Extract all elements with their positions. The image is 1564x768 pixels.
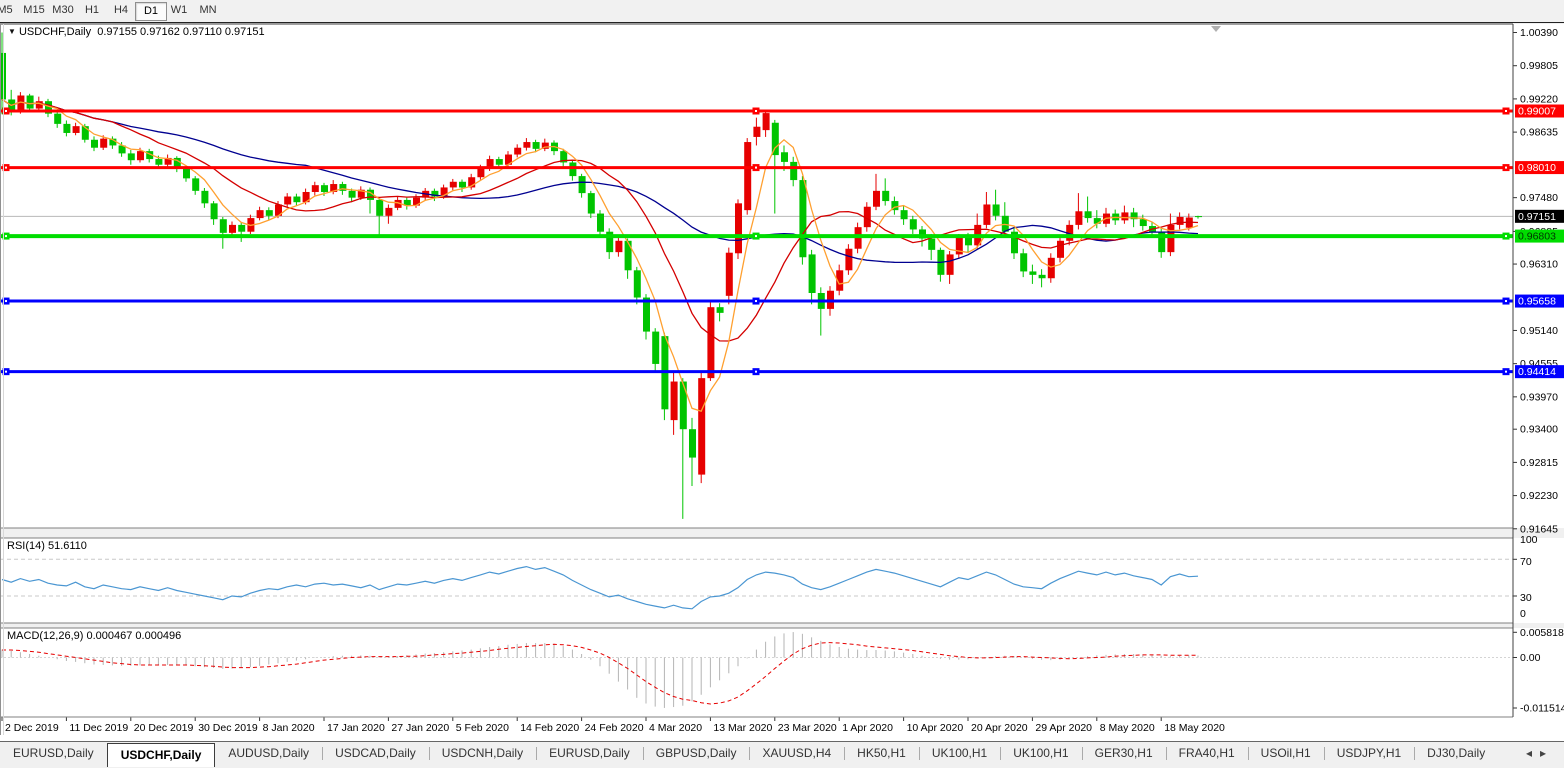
symbol-tab-usdcnh-daily[interactable]: USDCNH,Daily <box>429 742 536 764</box>
timeframe-button-d1[interactable]: D1 <box>135 2 167 21</box>
chart-title: ▼ USDCHF,Daily 0.97155 0.97162 0.97110 0… <box>8 26 265 38</box>
svg-text:0.92815: 0.92815 <box>1520 457 1558 469</box>
svg-text:20 Dec 2019: 20 Dec 2019 <box>134 722 194 734</box>
svg-text:23 Mar 2020: 23 Mar 2020 <box>778 722 837 734</box>
svg-text:27 Jan 2020: 27 Jan 2020 <box>391 722 449 734</box>
rsi-indicator-label: RSI(14) 51.6110 <box>7 540 87 552</box>
svg-text:17 Jan 2020: 17 Jan 2020 <box>327 722 385 734</box>
svg-text:0.95658: 0.95658 <box>1518 296 1556 308</box>
svg-text:0.005818: 0.005818 <box>1520 627 1564 639</box>
macd-indicator-label: MACD(12,26,9) 0.000467 0.000496 <box>7 630 181 642</box>
svg-text:0.97151: 0.97151 <box>1518 211 1556 223</box>
symbol-tab-usoil-h1[interactable]: USOil,H1 <box>1248 742 1324 764</box>
svg-text:30 Dec 2019: 30 Dec 2019 <box>198 722 258 734</box>
svg-text:0.92230: 0.92230 <box>1520 490 1558 502</box>
chart-ohlc-values: 0.97155 0.97162 0.97110 0.97151 <box>97 26 264 38</box>
timeframe-button-mn[interactable]: MN <box>193 2 223 19</box>
chevron-down-icon[interactable]: ▼ <box>8 27 16 36</box>
svg-text:8 May 2020: 8 May 2020 <box>1100 722 1155 734</box>
symbol-tab-audusd-daily[interactable]: AUDUSD,Daily <box>215 742 322 764</box>
chart-canvas[interactable]: 1.00390 0.99805 0.99220 0.98635 0.97480 0.968… <box>0 22 1564 741</box>
tab-scroll-left-icon: ◂ <box>1526 746 1540 760</box>
svg-text:4 Mar 2020: 4 Mar 2020 <box>649 722 702 734</box>
svg-text:10 Apr 2020: 10 Apr 2020 <box>907 722 964 734</box>
symbol-tab-bar: EURUSD,DailyUSDCHF,DailyAUDUSD,DailyUSDC… <box>0 741 1564 768</box>
svg-text:0.99805: 0.99805 <box>1520 60 1558 72</box>
svg-text:0.96310: 0.96310 <box>1520 259 1558 271</box>
svg-text:11 Dec 2019: 11 Dec 2019 <box>69 722 128 734</box>
tab-scroll-arrows[interactable]: ◂▸ <box>1526 742 1564 760</box>
timeframe-button-h4[interactable]: H4 <box>106 2 136 19</box>
svg-text:0.93970: 0.93970 <box>1520 391 1558 403</box>
symbol-tab-eurusd-daily[interactable]: EURUSD,Daily <box>0 742 107 764</box>
symbol-tab-uk100-h1[interactable]: UK100,H1 <box>1000 742 1081 764</box>
svg-text:70: 70 <box>1520 556 1532 568</box>
svg-text:0: 0 <box>1520 608 1526 620</box>
svg-text:24 Feb 2020: 24 Feb 2020 <box>585 722 644 734</box>
timeframe-button-m30[interactable]: M30 <box>48 2 78 19</box>
svg-text:14 Feb 2020: 14 Feb 2020 <box>520 722 579 734</box>
svg-text:2 Dec 2019: 2 Dec 2019 <box>5 722 59 734</box>
svg-text:1.00390: 1.00390 <box>1520 27 1558 39</box>
svg-text:29 Apr 2020: 29 Apr 2020 <box>1035 722 1092 734</box>
symbol-tab-ger30-h1[interactable]: GER30,H1 <box>1082 742 1166 764</box>
symbol-tabs: EURUSD,DailyUSDCHF,DailyAUDUSD,DailyUSDC… <box>0 742 1498 767</box>
svg-text:18 May 2020: 18 May 2020 <box>1164 722 1225 734</box>
trading-terminal: M5M15M30H1H4D1W1MN 1.00390 0.99805 0.99220… <box>0 0 1564 768</box>
svg-text:0.97480: 0.97480 <box>1520 192 1558 204</box>
symbol-tab-xauusd-h4[interactable]: XAUUSD,H4 <box>749 742 844 764</box>
symbol-tab-usdcad-daily[interactable]: USDCAD,Daily <box>322 742 429 764</box>
svg-text:0.00: 0.00 <box>1520 652 1541 664</box>
symbol-tab-fra40-h1[interactable]: FRA40,H1 <box>1166 742 1248 764</box>
svg-text:0.99007: 0.99007 <box>1518 106 1556 118</box>
timeframe-toolbar: M5M15M30H1H4D1W1MN <box>0 0 1564 23</box>
symbol-tab-hk50-h1[interactable]: HK50,H1 <box>844 742 919 764</box>
svg-text:0.94414: 0.94414 <box>1518 366 1556 378</box>
svg-text:100: 100 <box>1520 534 1538 546</box>
svg-text:-0.011514: -0.011514 <box>1520 703 1564 715</box>
svg-text:0.98635: 0.98635 <box>1520 127 1558 139</box>
svg-text:8 Jan 2020: 8 Jan 2020 <box>263 722 315 734</box>
timeframe-button-h1[interactable]: H1 <box>77 2 107 19</box>
svg-text:5 Feb 2020: 5 Feb 2020 <box>456 722 509 734</box>
symbol-tab-gbpusd-daily[interactable]: GBPUSD,Daily <box>643 742 750 764</box>
symbol-tab-dj30-daily[interactable]: DJ30,Daily <box>1414 742 1498 764</box>
timeframe-button-m5[interactable]: M5 <box>0 2 20 19</box>
svg-text:0.99220: 0.99220 <box>1520 93 1558 105</box>
chart-symbol: USDCHF,Daily <box>19 26 91 38</box>
svg-text:13 Mar 2020: 13 Mar 2020 <box>713 722 772 734</box>
symbol-tab-usdchf-daily[interactable]: USDCHF,Daily <box>107 743 216 767</box>
svg-text:0.96803: 0.96803 <box>1518 231 1556 243</box>
symbol-tab-uk100-h1[interactable]: UK100,H1 <box>919 742 1000 764</box>
timeframe-button-w1[interactable]: W1 <box>164 2 194 19</box>
timeframe-button-m15[interactable]: M15 <box>19 2 49 19</box>
svg-text:0.98010: 0.98010 <box>1518 162 1556 174</box>
tab-scroll-right-icon: ▸ <box>1540 746 1554 760</box>
symbol-tab-eurusd-daily[interactable]: EURUSD,Daily <box>536 742 643 764</box>
svg-text:30: 30 <box>1520 592 1532 604</box>
svg-text:1 Apr 2020: 1 Apr 2020 <box>842 722 893 734</box>
svg-text:20 Apr 2020: 20 Apr 2020 <box>971 722 1028 734</box>
svg-text:0.93400: 0.93400 <box>1520 424 1558 436</box>
svg-text:0.95140: 0.95140 <box>1520 325 1558 337</box>
symbol-tab-usdjpy-h1[interactable]: USDJPY,H1 <box>1324 742 1414 764</box>
